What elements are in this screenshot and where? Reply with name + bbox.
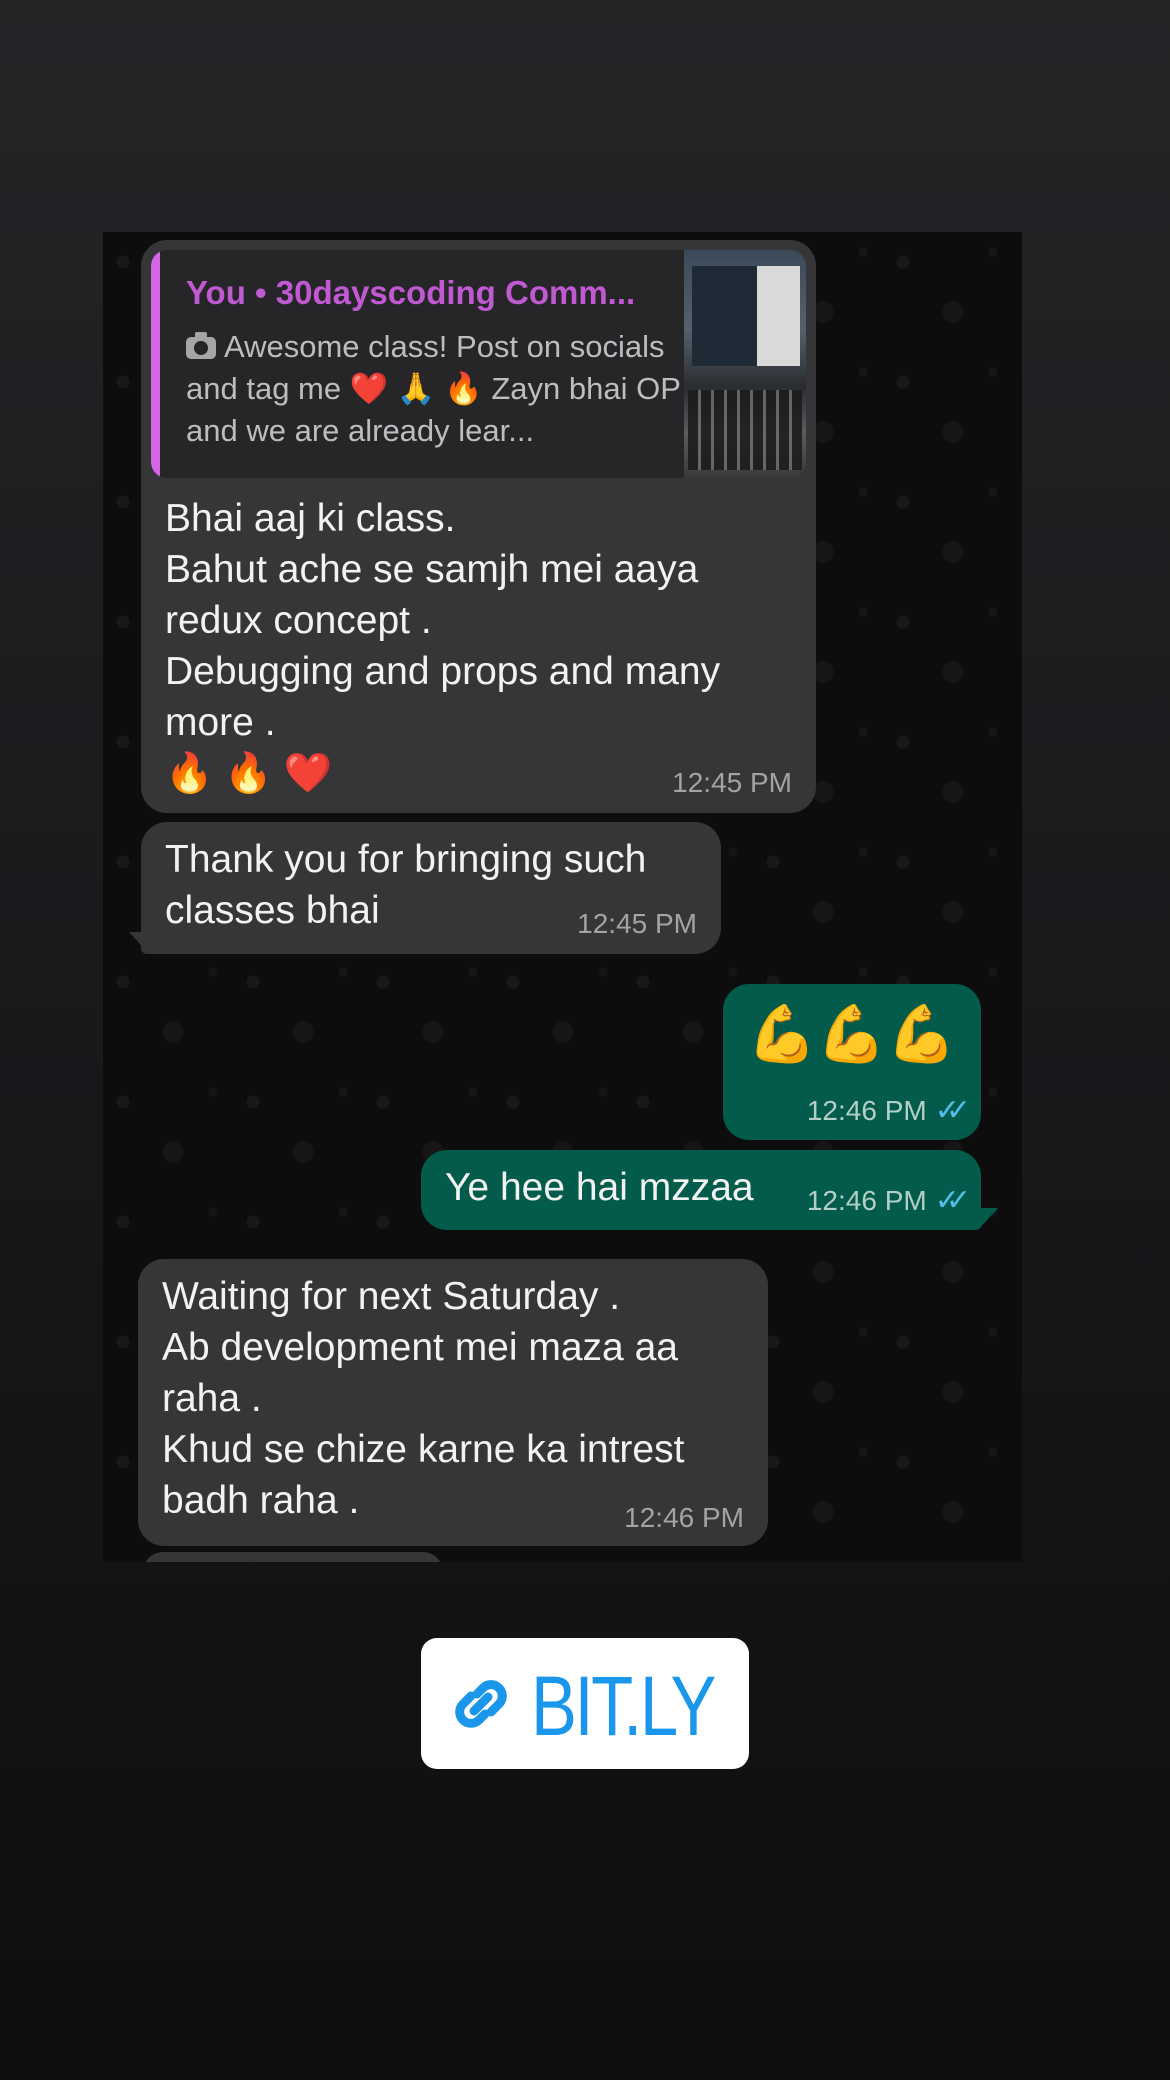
quote-text: Awesome class! Post on socials and tag m… <box>186 329 681 448</box>
link-sticker[interactable]: BIT.LY <box>421 1638 749 1769</box>
outgoing-message-bubble[interactable]: Ye hee hai mzzaa 12:46 PM ✓✓ <box>421 1150 981 1230</box>
thumbnail-keyboard <box>688 390 802 470</box>
quote-author: You • 30dayscoding Comm... <box>186 274 636 311</box>
double-check-icon: ✓✓ <box>934 1184 971 1217</box>
incoming-message-bubble[interactable]: Waiting for next Saturday . Ab developme… <box>138 1259 768 1546</box>
camera-icon <box>186 332 216 359</box>
message-time: 12:46 PM <box>806 1185 927 1216</box>
outgoing-message-bubble[interactable]: 💪💪💪 12:46 PM ✓✓ <box>723 984 981 1140</box>
bubble-tail <box>978 1208 998 1230</box>
bubble-tail <box>129 932 149 954</box>
chat-screenshot: You • 30dayscoding Comm... Awesome class… <box>103 232 1022 1562</box>
message-time: 12:45 PM <box>672 767 792 798</box>
quote-thumbnail-image <box>684 250 806 478</box>
double-check-icon: ✓✓ <box>934 1094 971 1127</box>
incoming-message-bubble-partial <box>143 1552 443 1562</box>
link-icon <box>455 1680 507 1728</box>
message-time: 12:46 PM <box>806 1095 927 1126</box>
link-label: BIT.LY <box>531 1659 717 1753</box>
quote-accent-bar <box>151 250 160 478</box>
message-time: 12:46 PM <box>624 1502 744 1533</box>
message-text: Bhai aaj ki class. Bahut ache se samjh m… <box>165 497 721 795</box>
quoted-message[interactable]: You • 30dayscoding Comm... Awesome class… <box>151 250 806 478</box>
quote-text-container: Awesome class! Post on socials and tag m… <box>186 326 686 452</box>
thumbnail-laptop-screen <box>692 266 800 366</box>
message-emoji: 💪💪💪 <box>747 1002 957 1065</box>
message-text: Waiting for next Saturday . Ab developme… <box>162 1275 685 1522</box>
message-time: 12:45 PM <box>577 908 697 939</box>
incoming-message-bubble[interactable]: You • 30dayscoding Comm... Awesome class… <box>141 240 816 813</box>
message-time-status: 12:46 PM ✓✓ <box>806 1093 971 1128</box>
message-time-status: 12:46 PM ✓✓ <box>806 1183 971 1218</box>
message-text: Ye hee hai mzzaa <box>445 1166 754 1209</box>
incoming-message-bubble[interactable]: Thank you for bringing such classes bhai… <box>141 822 721 954</box>
